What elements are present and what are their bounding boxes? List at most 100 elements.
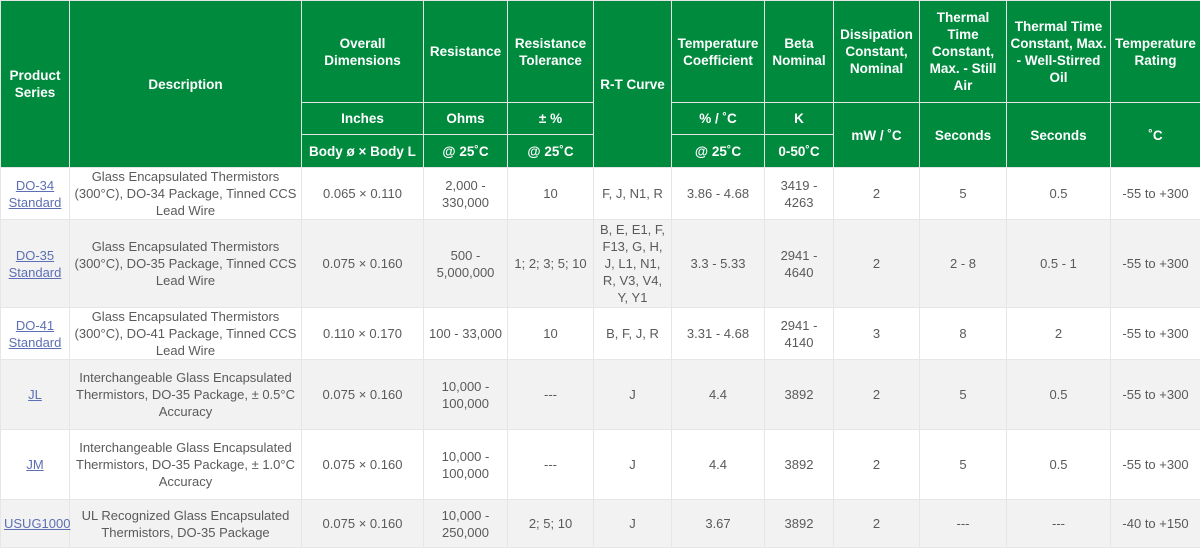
cell-description: Glass Encapsulated Thermistors (300°C), … bbox=[70, 308, 302, 360]
table-header: Product Series Description Overall Dimen… bbox=[1, 1, 1200, 168]
cell-temp-rating: -55 to +300 bbox=[1111, 360, 1200, 430]
header-description: Description bbox=[70, 1, 302, 168]
header-dissipation-constant: Dissipation Constant, Nominal bbox=[834, 1, 920, 103]
header-temperature-rating: Temperature Rating bbox=[1111, 1, 1200, 103]
cell-resistance: 10,000 - 250,000 bbox=[424, 500, 508, 548]
cell-tolerance: 1; 2; 3; 5; 10 bbox=[508, 220, 594, 308]
cell-dimensions: 0.075 × 0.160 bbox=[302, 220, 424, 308]
cell-time-oil: 0.5 bbox=[1007, 168, 1111, 220]
cell-temp-coeff: 3.31 - 4.68 bbox=[672, 308, 765, 360]
unit-dimensions: Inches bbox=[302, 103, 424, 135]
cell-rt-curve: F, J, N1, R bbox=[594, 168, 672, 220]
cell-dissipation: 2 bbox=[834, 360, 920, 430]
cell-description: UL Recognized Glass Encapsulated Thermis… bbox=[70, 500, 302, 548]
table-row: DO-41 Standard Glass Encapsulated Thermi… bbox=[1, 308, 1200, 360]
thermistor-spec-table: Product Series Description Overall Dimen… bbox=[0, 0, 1200, 548]
cell-rt-curve: J bbox=[594, 500, 672, 548]
cell-dimensions: 0.075 × 0.160 bbox=[302, 360, 424, 430]
unit-temp-coeff: % / ˚C bbox=[672, 103, 765, 135]
cell-beta: 2941 - 4140 bbox=[765, 308, 834, 360]
condition-resistance: @ 25˚C bbox=[424, 135, 508, 168]
cell-dimensions: 0.075 × 0.160 bbox=[302, 430, 424, 500]
unit-resistance: Ohms bbox=[424, 103, 508, 135]
series-link-do34[interactable]: DO-34 Standard bbox=[9, 178, 62, 210]
cell-time-oil: 0.5 bbox=[1007, 360, 1111, 430]
cell-resistance: 500 - 5,000,000 bbox=[424, 220, 508, 308]
cell-resistance: 2,000 - 330,000 bbox=[424, 168, 508, 220]
cell-series: DO-41 Standard bbox=[1, 308, 70, 360]
cell-tolerance: 2; 5; 10 bbox=[508, 500, 594, 548]
unit-time-oil: Seconds bbox=[1007, 103, 1111, 168]
cell-temp-coeff: 4.4 bbox=[672, 360, 765, 430]
series-link-do41[interactable]: DO-41 Standard bbox=[9, 318, 62, 350]
cell-dimensions: 0.075 × 0.160 bbox=[302, 500, 424, 548]
cell-dissipation: 2 bbox=[834, 168, 920, 220]
cell-rt-curve: B, F, J, R bbox=[594, 308, 672, 360]
cell-temp-rating: -55 to +300 bbox=[1111, 308, 1200, 360]
unit-dissipation: mW / ˚C bbox=[834, 103, 920, 168]
cell-rt-curve: J bbox=[594, 430, 672, 500]
cell-description: Interchangeable Glass Encapsulated Therm… bbox=[70, 360, 302, 430]
header-product-series: Product Series bbox=[1, 1, 70, 168]
series-link-jl[interactable]: JL bbox=[28, 387, 42, 402]
header-temperature-coefficient: Temperature Coefficient bbox=[672, 1, 765, 103]
cell-series: JL bbox=[1, 360, 70, 430]
cell-series: DO-35 Standard bbox=[1, 220, 70, 308]
unit-time-air: Seconds bbox=[920, 103, 1007, 168]
cell-time-oil: 0.5 - 1 bbox=[1007, 220, 1111, 308]
cell-dimensions: 0.110 × 0.170 bbox=[302, 308, 424, 360]
cell-dimensions: 0.065 × 0.110 bbox=[302, 168, 424, 220]
cell-series: JM bbox=[1, 430, 70, 500]
header-resistance-tolerance: Resistance Tolerance bbox=[508, 1, 594, 103]
cell-tolerance: --- bbox=[508, 430, 594, 500]
table-row: JM Interchangeable Glass Encapsulated Th… bbox=[1, 430, 1200, 500]
header-overall-dimensions: Overall Dimensions bbox=[302, 1, 424, 103]
header-thermal-time-air: Thermal Time Constant, Max. - Still Air bbox=[920, 1, 1007, 103]
series-link-usug1000[interactable]: USUG1000 bbox=[4, 516, 70, 531]
cell-resistance: 10,000 - 100,000 bbox=[424, 430, 508, 500]
condition-dimensions: Body ø × Body L bbox=[302, 135, 424, 168]
table-row: JL Interchangeable Glass Encapsulated Th… bbox=[1, 360, 1200, 430]
series-link-jm[interactable]: JM bbox=[26, 457, 43, 472]
cell-series: DO-34 Standard bbox=[1, 168, 70, 220]
cell-time-air: 8 bbox=[920, 308, 1007, 360]
cell-resistance: 100 - 33,000 bbox=[424, 308, 508, 360]
cell-temp-coeff: 4.4 bbox=[672, 430, 765, 500]
cell-tolerance: 10 bbox=[508, 168, 594, 220]
unit-temp-rating: ˚C bbox=[1111, 103, 1200, 168]
cell-time-oil: 2 bbox=[1007, 308, 1111, 360]
unit-tolerance: ± % bbox=[508, 103, 594, 135]
cell-series: USUG1000 bbox=[1, 500, 70, 548]
condition-temp-coeff: @ 25˚C bbox=[672, 135, 765, 168]
cell-beta: 3892 bbox=[765, 430, 834, 500]
cell-tolerance: --- bbox=[508, 360, 594, 430]
cell-temp-rating: -55 to +300 bbox=[1111, 430, 1200, 500]
condition-beta: 0-50˚C bbox=[765, 135, 834, 168]
header-beta-nominal: Beta Nominal bbox=[765, 1, 834, 103]
cell-resistance: 10,000 - 100,000 bbox=[424, 360, 508, 430]
condition-tolerance: @ 25˚C bbox=[508, 135, 594, 168]
cell-temp-coeff: 3.67 bbox=[672, 500, 765, 548]
cell-time-air: 5 bbox=[920, 360, 1007, 430]
header-resistance: Resistance bbox=[424, 1, 508, 103]
series-link-do35[interactable]: DO-35 Standard bbox=[9, 248, 62, 280]
table-body: DO-34 Standard Glass Encapsulated Thermi… bbox=[1, 168, 1200, 548]
cell-temp-coeff: 3.86 - 4.68 bbox=[672, 168, 765, 220]
cell-time-oil: 0.5 bbox=[1007, 430, 1111, 500]
cell-temp-coeff: 3.3 - 5.33 bbox=[672, 220, 765, 308]
cell-beta: 3892 bbox=[765, 500, 834, 548]
header-thermal-time-oil: Thermal Time Constant, Max. - Well-Stirr… bbox=[1007, 1, 1111, 103]
cell-temp-rating: -40 to +150 bbox=[1111, 500, 1200, 548]
cell-tolerance: 10 bbox=[508, 308, 594, 360]
table-row: USUG1000 UL Recognized Glass Encapsulate… bbox=[1, 500, 1200, 548]
cell-temp-rating: -55 to +300 bbox=[1111, 168, 1200, 220]
cell-time-air: 5 bbox=[920, 168, 1007, 220]
cell-rt-curve: B, E, E1, F, F13, G, H, J, L1, N1, R, V3… bbox=[594, 220, 672, 308]
table-row: DO-34 Standard Glass Encapsulated Thermi… bbox=[1, 168, 1200, 220]
cell-dissipation: 2 bbox=[834, 430, 920, 500]
cell-dissipation: 2 bbox=[834, 500, 920, 548]
cell-beta: 3892 bbox=[765, 360, 834, 430]
header-row-titles: Product Series Description Overall Dimen… bbox=[1, 1, 1200, 103]
cell-time-air: 2 - 8 bbox=[920, 220, 1007, 308]
header-rt-curve: R-T Curve bbox=[594, 1, 672, 168]
